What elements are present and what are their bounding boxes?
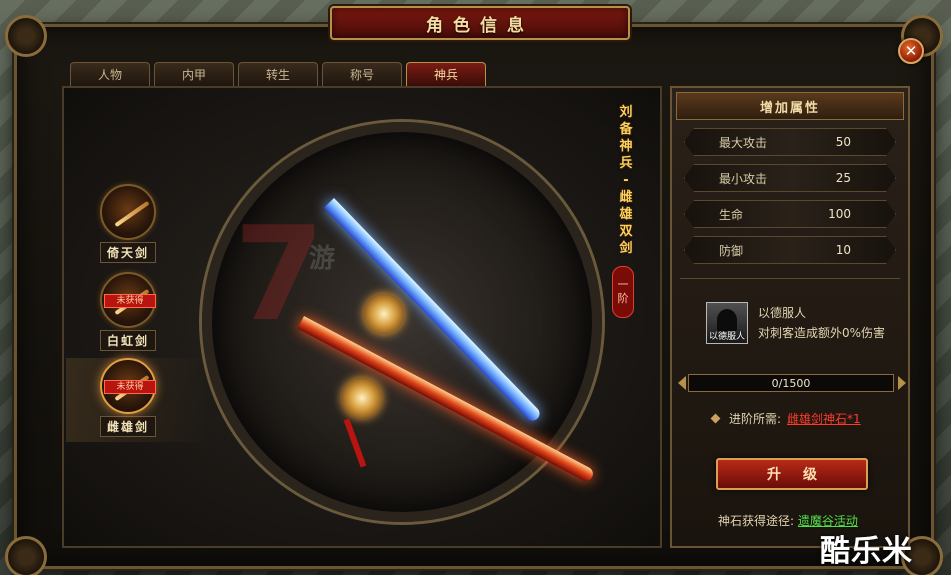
attribute-panel: 增加属性 最大攻击 50 最小攻击 25 生命 100 防御 10 以德服人 以… <box>670 86 910 548</box>
stat-value: 10 <box>835 243 851 257</box>
upgrade-button[interactable]: 升级 <box>716 458 868 490</box>
weapon-item-label: 白虹剑 <box>99 330 156 351</box>
progress-right-arrow-icon <box>898 376 906 390</box>
tab-character[interactable]: 人物 <box>70 62 150 86</box>
weapon-item-yitian[interactable]: 倚天剑 <box>94 184 162 263</box>
stat-value: 25 <box>835 171 851 185</box>
upgrade-progress-bar: 0/1500 <box>688 374 894 392</box>
tab-rebirth[interactable]: 转生 <box>238 62 318 86</box>
weapon-item-label: 雌雄剑 <box>99 416 156 437</box>
divider <box>680 278 900 279</box>
tab-title[interactable]: 称号 <box>322 62 402 86</box>
weapon-showcase-panel: 倚天剑 未获得 白虹剑 未获得 雌雄剑 7 游 刘 备 神 兵 - 雌 雄 双 … <box>62 86 662 548</box>
tab-bar: 人物 内甲 转生 称号 神兵 <box>70 62 486 86</box>
weapon-icon <box>100 184 156 240</box>
stat-row-hp: 生命 100 <box>684 200 896 228</box>
stat-row-defense: 防御 10 <box>684 236 896 264</box>
watermark-text: 游 <box>309 244 336 274</box>
weapon-icon: 未获得 <box>100 272 156 328</box>
stat-name: 最大攻击 <box>719 135 768 150</box>
attribute-header: 增加属性 <box>676 92 904 120</box>
stat-value: 50 <box>835 135 851 149</box>
not-obtained-badge: 未获得 <box>104 380 156 394</box>
site-watermark: 酷乐米 <box>820 534 913 569</box>
requirement-label: 进阶所需: <box>729 412 782 426</box>
tab-divine-weapon[interactable]: 神兵 <box>406 62 486 86</box>
progress-text: 0/1500 <box>771 376 811 390</box>
requirement-item-link[interactable]: 雌雄剑神石*1 <box>787 410 861 427</box>
frame-corner <box>5 15 47 57</box>
close-icon: ✕ <box>904 42 918 60</box>
weapon-item-baihong[interactable]: 未获得 白虹剑 <box>94 272 162 351</box>
weapon-vertical-title: 刘 备 神 兵 - 雌 雄 双 剑 <box>619 105 633 256</box>
weapon-skill: 以德服人 以德服人 对刺客造成额外0%伤害 <box>706 302 885 344</box>
silhouette-icon <box>717 309 737 331</box>
skill-description: 对刺客造成额外0%伤害 <box>758 326 886 340</box>
tab-inner-armor[interactable]: 内甲 <box>154 62 234 86</box>
not-obtained-badge: 未获得 <box>104 294 156 308</box>
upgrade-requirement: 进阶所需: 雌雄剑神石*1 <box>710 410 861 427</box>
window-title: 角色信息 <box>426 15 534 36</box>
progress-left-arrow-icon <box>678 376 686 390</box>
diamond-bullet-icon <box>710 413 721 424</box>
red-sword-guard <box>342 378 382 418</box>
blue-sword-guard <box>364 294 404 334</box>
stat-value: 100 <box>828 207 851 221</box>
stat-row-min-attack: 最小攻击 25 <box>684 164 896 192</box>
stat-name: 最小攻击 <box>719 171 768 186</box>
skill-icon-caption: 以德服人 <box>708 332 745 342</box>
window-title-plate: 角色信息 <box>330 6 630 40</box>
stat-name: 生命 <box>719 207 744 222</box>
weapon-item-label: 倚天剑 <box>99 242 156 263</box>
close-button[interactable]: ✕ <box>898 38 924 64</box>
sword-icon <box>114 200 150 228</box>
weapon-icon: 未获得 <box>100 358 156 414</box>
rank-seal: 一 阶 <box>612 266 634 318</box>
weapon-item-cixiong[interactable]: 未获得 雌雄剑 <box>94 358 162 437</box>
source-label: 神石获得途径: <box>718 514 795 528</box>
skill-icon[interactable]: 以德服人 <box>706 302 748 344</box>
frame-corner <box>5 536 47 575</box>
stat-row-max-attack: 最大攻击 50 <box>684 128 896 156</box>
stat-name: 防御 <box>719 243 744 258</box>
skill-name: 以德服人 <box>758 306 807 320</box>
